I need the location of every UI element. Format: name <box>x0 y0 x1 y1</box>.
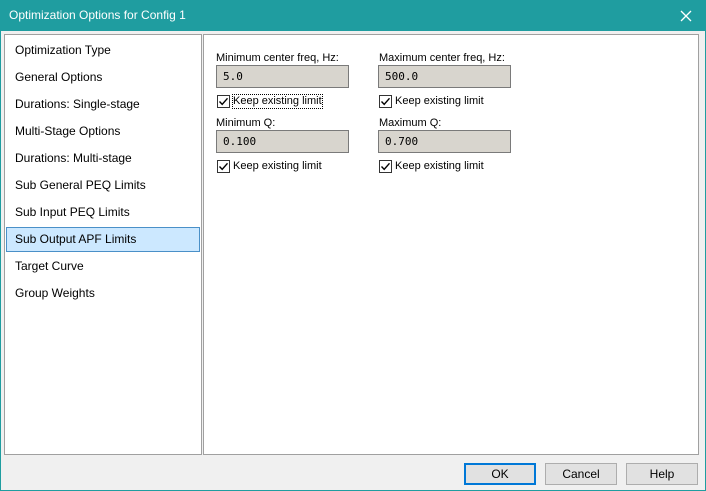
checkbox-box[interactable] <box>217 94 230 108</box>
min-freq-keep-limit-checkbox[interactable]: Keep existing limit <box>217 93 323 109</box>
ok-button[interactable]: OK <box>464 463 536 485</box>
window-title: Optimization Options for Config 1 <box>9 8 186 22</box>
nav-item-durations-single-stage[interactable]: Durations: Single-stage <box>6 92 200 117</box>
max-center-freq-label: Maximum center freq, Hz: <box>379 52 505 64</box>
nav-item-multi-stage-options[interactable]: Multi-Stage Options <box>6 119 200 144</box>
nav-item-sub-input-peq-limits[interactable]: Sub Input PEQ Limits <box>6 200 200 225</box>
max-q-input[interactable]: 0.700 <box>378 130 511 153</box>
min-q-keep-limit-checkbox[interactable]: Keep existing limit <box>217 159 322 173</box>
close-icon <box>680 10 692 21</box>
options-nav-list[interactable]: Optimization Type General Options Durati… <box>4 34 202 455</box>
max-center-freq-input[interactable]: 500.0 <box>378 65 511 88</box>
title-bar: Optimization Options for Config 1 <box>0 0 706 31</box>
min-freq-keep-limit-label[interactable]: Keep existing limit <box>232 93 323 109</box>
min-q-label: Minimum Q: <box>216 117 276 129</box>
nav-item-group-weights[interactable]: Group Weights <box>6 281 200 306</box>
min-q-input[interactable]: 0.100 <box>216 130 349 153</box>
cancel-button[interactable]: Cancel <box>545 463 617 485</box>
max-freq-keep-limit-checkbox[interactable]: Keep existing limit <box>379 94 484 108</box>
checkmark-icon <box>218 162 229 170</box>
nav-item-sub-general-peq-limits[interactable]: Sub General PEQ Limits <box>6 173 200 198</box>
min-center-freq-label: Minimum center freq, Hz: <box>216 52 339 64</box>
checkmark-icon <box>218 97 229 105</box>
dialog-body: Optimization Type General Options Durati… <box>0 31 706 491</box>
settings-panel: Minimum center freq, Hz: 5.0 Keep existi… <box>203 34 699 455</box>
nav-item-target-curve[interactable]: Target Curve <box>6 254 200 279</box>
min-center-freq-input[interactable]: 5.0 <box>216 65 349 88</box>
nav-item-optimization-type[interactable]: Optimization Type <box>6 38 200 63</box>
checkmark-icon <box>380 162 391 170</box>
checkbox-box[interactable] <box>379 94 392 108</box>
close-button[interactable] <box>666 0 706 31</box>
max-freq-keep-limit-label[interactable]: Keep existing limit <box>395 95 484 108</box>
checkmark-icon <box>380 97 391 105</box>
nav-item-general-options[interactable]: General Options <box>6 65 200 90</box>
max-q-keep-limit-label[interactable]: Keep existing limit <box>395 160 484 173</box>
help-button[interactable]: Help <box>626 463 698 485</box>
checkbox-box[interactable] <box>379 159 392 173</box>
nav-item-durations-multi-stage[interactable]: Durations: Multi-stage <box>6 146 200 171</box>
max-q-label: Maximum Q: <box>379 117 442 129</box>
min-q-keep-limit-label[interactable]: Keep existing limit <box>233 160 322 173</box>
checkbox-box[interactable] <box>217 159 230 173</box>
max-q-keep-limit-checkbox[interactable]: Keep existing limit <box>379 159 484 173</box>
nav-item-sub-output-apf-limits[interactable]: Sub Output APF Limits <box>6 227 200 252</box>
